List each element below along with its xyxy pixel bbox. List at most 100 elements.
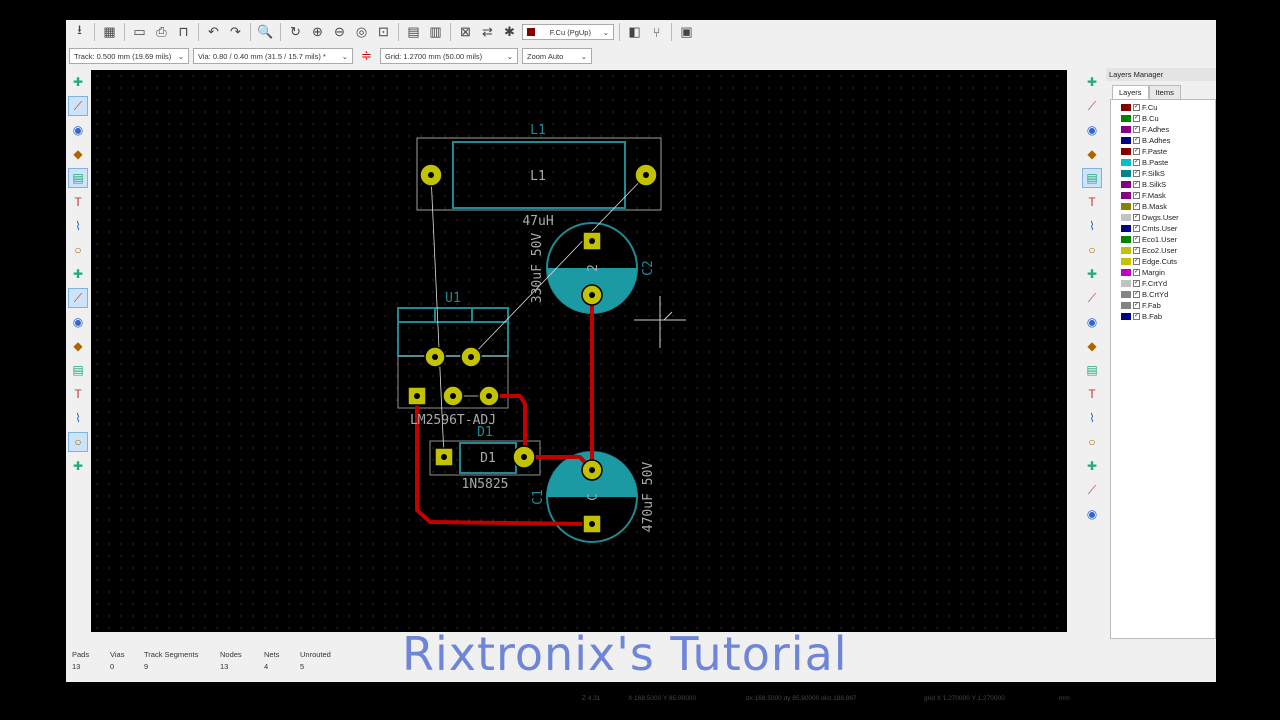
- layer-visibility-checkbox[interactable]: ✓: [1133, 258, 1140, 265]
- drc-marker-icon[interactable]: ✚: [68, 72, 88, 92]
- layer-row[interactable]: ✓ B.Paste: [1111, 157, 1215, 168]
- set-origin-icon[interactable]: ✚: [1082, 456, 1102, 476]
- page-settings-icon[interactable]: ▭: [130, 23, 149, 42]
- layer-row[interactable]: ✓ B.Mask: [1111, 201, 1215, 212]
- layer-color-swatch[interactable]: [1121, 137, 1131, 144]
- layers-manager-icon[interactable]: ✚: [68, 456, 88, 476]
- drc-icon[interactable]: ✱: [500, 23, 519, 42]
- local-ratsnest-icon[interactable]: ◉: [1082, 120, 1102, 140]
- layer-row[interactable]: ✓ F.CrtYd: [1111, 278, 1215, 289]
- zoom-in-icon[interactable]: ⊕: [308, 23, 327, 42]
- layer-visibility-checkbox[interactable]: ✓: [1133, 280, 1140, 287]
- add-circle-icon[interactable]: ⟋: [1082, 288, 1102, 308]
- add-footprint-icon[interactable]: ◆: [1082, 144, 1102, 164]
- layer-row[interactable]: ✓ F.SilkS: [1111, 168, 1215, 179]
- measure-icon[interactable]: ◉: [1082, 504, 1102, 524]
- auto-track-width-icon[interactable]: ≑: [357, 47, 376, 66]
- layer-visibility-checkbox[interactable]: ✓: [1133, 137, 1140, 144]
- via-sketch-icon[interactable]: ▤: [68, 360, 88, 380]
- layer-row[interactable]: ✓ Margin: [1111, 267, 1215, 278]
- layer-visibility-checkbox[interactable]: ✓: [1133, 247, 1140, 254]
- pcb-canvas[interactable]: L1 L1 47uH 330uF 50V C2 2 U1 LM2596T-ADJ…: [91, 70, 1067, 632]
- layer-color-swatch[interactable]: [1121, 236, 1131, 243]
- zoom-select[interactable]: Zoom Auto ⌄: [522, 48, 592, 64]
- layer-visibility-checkbox[interactable]: ✓: [1133, 291, 1140, 298]
- layer-color-swatch[interactable]: [1121, 115, 1131, 122]
- module-ratsnest-icon[interactable]: ○: [68, 240, 88, 260]
- track-width-select[interactable]: Track: 0.500 mm (19.69 mils) ⌄: [69, 48, 189, 64]
- layer-color-swatch[interactable]: [1121, 269, 1131, 276]
- layer-color-swatch[interactable]: [1121, 104, 1131, 111]
- add-arc-icon[interactable]: ◉: [1082, 312, 1102, 332]
- zone-sketch-icon[interactable]: ◉: [68, 312, 88, 332]
- layer-color-swatch[interactable]: [1121, 181, 1131, 188]
- layer-visibility-checkbox[interactable]: ✓: [1133, 170, 1140, 177]
- layer-row[interactable]: ✓ Eco1.User: [1111, 234, 1215, 245]
- footprint-browser-icon[interactable]: ▥: [426, 23, 445, 42]
- layer-row[interactable]: ✓ B.SilkS: [1111, 179, 1215, 190]
- layer-visibility-checkbox[interactable]: ✓: [1133, 214, 1140, 221]
- layer-visibility-checkbox[interactable]: ✓: [1133, 181, 1140, 188]
- layer-row[interactable]: ✓ F.Mask: [1111, 190, 1215, 201]
- layer-visibility-checkbox[interactable]: ✓: [1133, 115, 1140, 122]
- update-pcb-icon[interactable]: ⇄: [478, 23, 497, 42]
- via-size-select[interactable]: Via: 0.80 / 0.40 mm (31.5 / 15.7 mils) *…: [193, 48, 353, 64]
- layer-visibility-checkbox[interactable]: ✓: [1133, 313, 1140, 320]
- zone-outline-icon[interactable]: ⟋: [68, 288, 88, 308]
- save-icon[interactable]: ⭳: [70, 22, 89, 42]
- layer-visibility-checkbox[interactable]: ✓: [1133, 148, 1140, 155]
- layer-row[interactable]: ✓ Cmts.User: [1111, 223, 1215, 234]
- layer-color-swatch[interactable]: [1121, 280, 1131, 287]
- layer-visibility-checkbox[interactable]: ✓: [1133, 159, 1140, 166]
- footprint-editor-icon[interactable]: ▤: [404, 23, 423, 42]
- add-zone-icon[interactable]: ⌇: [1082, 216, 1102, 236]
- board-setup-icon[interactable]: ▦: [100, 23, 119, 42]
- layer-color-swatch[interactable]: [1121, 313, 1131, 320]
- tab-layers[interactable]: Layers: [1112, 85, 1149, 99]
- polar-coords-icon[interactable]: ◉: [68, 120, 88, 140]
- layer-color-swatch[interactable]: [1121, 170, 1131, 177]
- layer-visibility-checkbox[interactable]: ✓: [1133, 269, 1140, 276]
- layer-visibility-checkbox[interactable]: ✓: [1133, 126, 1140, 133]
- undo-icon[interactable]: ↶: [204, 23, 223, 42]
- layer-color-swatch[interactable]: [1121, 247, 1131, 254]
- layer-row[interactable]: ✓ F.Paste: [1111, 146, 1215, 157]
- add-target-icon[interactable]: ⌇: [1082, 408, 1102, 428]
- route-track-icon[interactable]: ▤: [1082, 168, 1102, 188]
- zoom-selection-icon[interactable]: ⊡: [374, 23, 393, 42]
- track-sketch-icon[interactable]: T: [68, 384, 88, 404]
- layer-color-swatch[interactable]: [1121, 192, 1131, 199]
- highlight-net-icon[interactable]: ⟋: [1082, 96, 1102, 116]
- layer-color-swatch[interactable]: [1121, 159, 1131, 166]
- zoom-out-icon[interactable]: ⊖: [330, 23, 349, 42]
- layer-row[interactable]: ✓ B.Fab: [1111, 311, 1215, 322]
- layer-visibility-checkbox[interactable]: ✓: [1133, 203, 1140, 210]
- high-contrast-icon[interactable]: ⌇: [68, 408, 88, 428]
- layer-row[interactable]: ✓ F.Cu: [1111, 102, 1215, 113]
- layer-color-swatch[interactable]: [1121, 302, 1131, 309]
- redo-icon[interactable]: ↷: [226, 23, 245, 42]
- layer-row[interactable]: ✓ B.Cu: [1111, 113, 1215, 124]
- autoroute-icon[interactable]: ⑂: [647, 23, 666, 42]
- layer-color-swatch[interactable]: [1121, 291, 1131, 298]
- layer-row[interactable]: ✓ F.Adhes: [1111, 124, 1215, 135]
- layer-visibility-checkbox[interactable]: ✓: [1133, 104, 1140, 111]
- add-dimension-icon[interactable]: T: [1082, 384, 1102, 404]
- find-icon[interactable]: 🔍: [256, 23, 275, 42]
- layer-row[interactable]: ✓ B.Adhes: [1111, 135, 1215, 146]
- layer-color-swatch[interactable]: [1121, 203, 1131, 210]
- cursor-shape-icon[interactable]: T: [68, 192, 88, 212]
- add-via-icon[interactable]: T: [1082, 192, 1102, 212]
- layer-color-swatch[interactable]: [1121, 225, 1131, 232]
- layer-color-swatch[interactable]: [1121, 148, 1131, 155]
- netlist-icon[interactable]: ⊠: [456, 23, 475, 42]
- inch-units-icon[interactable]: ◆: [68, 144, 88, 164]
- mm-units-icon[interactable]: ▤: [68, 168, 88, 188]
- layer-pair-icon[interactable]: ◧: [625, 23, 644, 42]
- microwave-icon[interactable]: ○: [68, 432, 88, 452]
- pad-sketch-icon[interactable]: ◆: [68, 336, 88, 356]
- keepout-icon[interactable]: ○: [1082, 240, 1102, 260]
- delete-icon[interactable]: ○: [1082, 432, 1102, 452]
- print-icon[interactable]: ⎙: [152, 23, 171, 42]
- layer-row[interactable]: ✓ Eco2.User: [1111, 245, 1215, 256]
